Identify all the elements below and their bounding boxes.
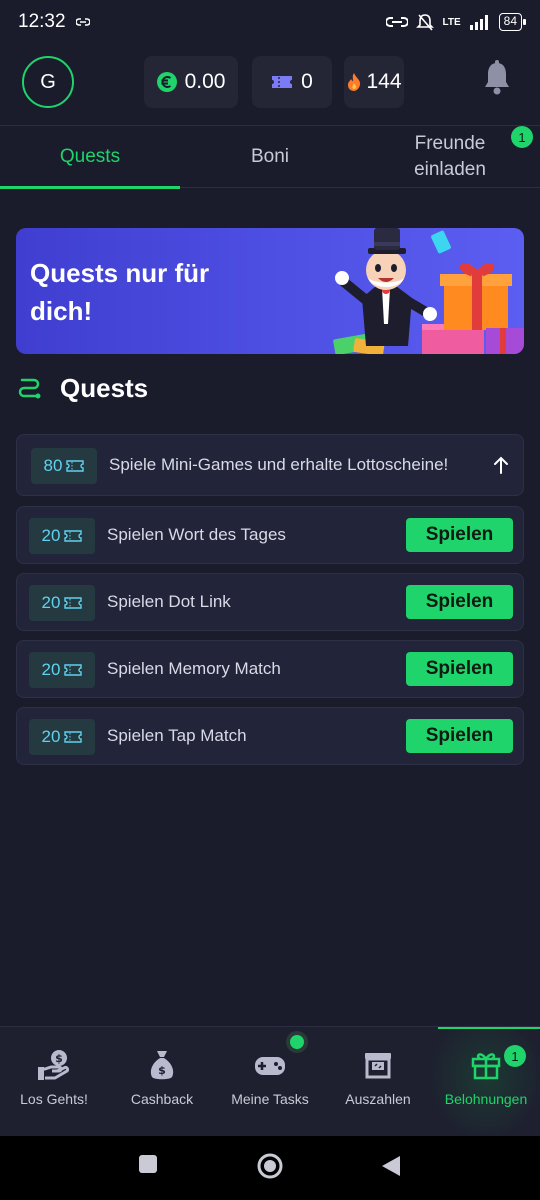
tab-bar: Quests Boni Freunde einladen 1 — [0, 126, 540, 189]
rewards-badge: 1 — [504, 1045, 526, 1067]
streak-pill[interactable]: 144 — [344, 56, 404, 108]
quest-label: Spielen Memory Match — [107, 659, 281, 678]
svg-text:$: $ — [158, 1064, 166, 1077]
ticket-icon — [272, 76, 293, 88]
nav-label: Belohnungen — [444, 1091, 528, 1107]
hotspot-icon — [386, 17, 409, 27]
back-icon[interactable] — [380, 1154, 402, 1178]
svg-text:$: $ — [55, 1052, 63, 1065]
link-icon — [75, 18, 90, 26]
reward-badge: 20 — [29, 652, 95, 688]
main-quest-row[interactable]: 80 Spiele Mini-Games und erhalte Lottosc… — [16, 434, 524, 496]
reward-badge: 80 — [31, 448, 97, 484]
reward-value: 20 — [41, 526, 61, 545]
nav-meine-tasks[interactable]: Meine Tasks — [216, 1027, 324, 1137]
arrow-up-icon[interactable] — [493, 455, 509, 475]
banner-title: Quests nur für dich! — [30, 258, 210, 326]
bottom-nav: $ Los Gehts! $ Cashback Meine Tasks Ausz… — [0, 1026, 540, 1137]
tab-boni[interactable]: Boni — [180, 126, 360, 188]
balance-value: 0.00 — [184, 70, 226, 93]
ticket-icon — [64, 731, 83, 743]
quest-row: 20 Spielen Tap Match Spielen — [16, 707, 524, 765]
reward-value: 80 — [43, 456, 63, 475]
nav-cashback[interactable]: $ Cashback — [108, 1027, 216, 1137]
reward-value: 20 — [41, 727, 61, 746]
hand-coin-icon: $ — [38, 1050, 70, 1080]
play-button[interactable]: Spielen — [406, 652, 513, 686]
invite-badge: 1 — [511, 126, 533, 148]
route-icon — [18, 378, 41, 399]
play-button[interactable]: Spielen — [406, 585, 513, 619]
reward-badge: 20 — [29, 518, 95, 554]
avatar[interactable]: G — [22, 56, 74, 108]
nav-label: Auszahlen — [345, 1091, 411, 1107]
play-button[interactable]: Spielen — [406, 518, 513, 552]
status-bar: 12:32 LTE 84 — [0, 0, 540, 44]
gift-icon — [471, 1053, 501, 1080]
streak-value: 144 — [366, 70, 402, 93]
ticket-icon — [64, 664, 83, 676]
nav-los-gehts[interactable]: $ Los Gehts! — [0, 1027, 108, 1137]
notification-dot — [290, 1035, 304, 1049]
cash-register-icon — [365, 1053, 391, 1079]
tickets-value: 0 — [301, 70, 313, 93]
top-bar: G 0.00 0 144 — [0, 44, 540, 126]
mascot-gift-illustration — [333, 228, 524, 354]
nav-belohnungen[interactable]: 1 Belohnungen — [432, 1027, 540, 1137]
gamepad-icon — [255, 1057, 285, 1075]
tab-invite-label: Freunde einladen — [414, 133, 486, 180]
quest-label: Spielen Tap Match — [107, 726, 247, 745]
nav-label: Cashback — [130, 1091, 194, 1107]
balance-pill[interactable]: 0.00 — [144, 56, 238, 108]
flame-icon — [348, 73, 361, 91]
reward-badge: 20 — [29, 585, 95, 621]
reward-value: 20 — [41, 593, 61, 612]
euro-icon — [156, 72, 177, 92]
quest-row: 20 Spielen Dot Link Spielen — [16, 573, 524, 631]
bell-icon[interactable] — [482, 60, 512, 96]
main-quest-label: Spiele Mini-Games und erhalte Lottoschei… — [109, 455, 449, 474]
quest-row: 20 Spielen Wort des Tages Spielen — [16, 506, 524, 564]
quests-banner[interactable]: Quests nur für dich! — [16, 228, 524, 354]
reward-badge: 20 — [29, 719, 95, 755]
network-label: LTE — [442, 16, 461, 28]
signal-icon — [469, 15, 488, 30]
reward-value: 20 — [41, 660, 61, 679]
home-icon[interactable] — [256, 1152, 284, 1180]
recents-icon[interactable] — [138, 1154, 158, 1174]
nav-label: Los Gehts! — [20, 1091, 88, 1107]
quest-label: Spielen Dot Link — [107, 592, 231, 611]
tickets-pill[interactable]: 0 — [252, 56, 332, 108]
section-header: Quests — [16, 368, 524, 408]
money-bag-icon: $ — [150, 1051, 174, 1080]
quest-label: Spielen Wort des Tages — [107, 525, 286, 544]
battery-indicator: 84 — [498, 13, 527, 31]
ticket-icon — [64, 530, 83, 542]
nav-auszahlen[interactable]: Auszahlen — [324, 1027, 432, 1137]
mute-bell-icon — [416, 14, 435, 31]
nav-label: Meine Tasks — [231, 1091, 309, 1107]
avatar-letter: G — [40, 70, 56, 93]
section-title: Quests — [60, 372, 149, 403]
tab-quests[interactable]: Quests — [0, 126, 180, 189]
status-time: 12:32 — [18, 11, 66, 32]
play-button[interactable]: Spielen — [406, 719, 513, 753]
quest-row: 20 Spielen Memory Match Spielen — [16, 640, 524, 698]
ticket-icon — [66, 460, 85, 472]
ticket-icon — [64, 597, 83, 609]
system-nav-bar — [0, 1136, 540, 1200]
